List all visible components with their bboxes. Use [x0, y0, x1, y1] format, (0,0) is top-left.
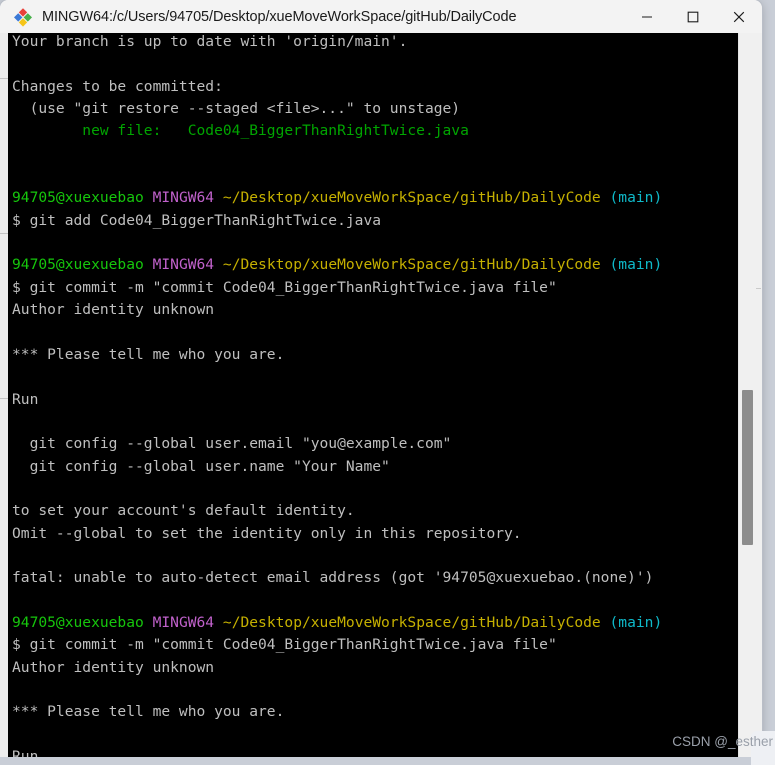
terminal-line: 94705@xuexuebao MINGW64 ~/Desktop/xueMov…	[8, 254, 738, 276]
terminal-text-span: *** Please tell me who you are.	[12, 345, 285, 363]
terminal-text-span: git config --global user.name "Your Name…	[12, 457, 390, 475]
terminal-text-span	[601, 614, 610, 631]
terminal-text-span	[214, 614, 223, 631]
terminal-text-span	[214, 189, 223, 206]
terminal-text-span: 94705@xuexuebao	[12, 613, 144, 631]
terminal-text-span	[144, 256, 153, 273]
terminal-line: *** Please tell me who you are.	[8, 701, 738, 723]
gutter-tick	[0, 398, 8, 399]
terminal-text-span: ~/Desktop/xueMoveWorkSpace/gitHub/DailyC…	[222, 256, 601, 274]
terminal-text-span	[601, 189, 610, 206]
edge-tick	[756, 288, 761, 289]
terminal-text-span: Run	[12, 390, 39, 408]
terminal-text-span: 94705@xuexuebao	[12, 189, 144, 207]
terminal-text-span: (use "git restore --staged <file>..." to…	[12, 100, 461, 118]
terminal-line: Your branch is up to date with 'origin/m…	[8, 33, 738, 53]
terminal-text-span: *** Please tell me who you are.	[12, 703, 285, 721]
terminal-text-span: fatal: unable to auto-detect email addre…	[12, 569, 654, 587]
terminal-text-span: Author identity unknown	[12, 658, 215, 676]
terminal-text-span	[601, 256, 610, 273]
git-bash-diamonds-icon	[13, 7, 33, 27]
desktop: MINGW64:/c/Users/94705/Desktop/xueMoveWo…	[0, 0, 775, 765]
terminal-line: fatal: unable to auto-detect email addre…	[8, 567, 738, 589]
vertical-scroll-thumb[interactable]	[742, 390, 753, 545]
desktop-strip	[0, 757, 775, 765]
terminal-window: MINGW64:/c/Users/94705/Desktop/xueMoveWo…	[0, 0, 762, 757]
window-titlebar[interactable]: MINGW64:/c/Users/94705/Desktop/xueMoveWo…	[0, 0, 762, 33]
window-left-gutter	[0, 33, 8, 757]
window-corner-highlight	[751, 731, 775, 765]
terminal-line: new file: Code04_BiggerThanRightTwice.ja…	[8, 120, 738, 142]
window-title: MINGW64:/c/Users/94705/Desktop/xueMoveWo…	[42, 8, 517, 25]
terminal-text-span: $ git commit -m "commit Code04_BiggerTha…	[12, 278, 557, 296]
terminal-line: $ git commit -m "commit Code04_BiggerTha…	[8, 277, 738, 299]
terminal-text-span: 94705@xuexuebao	[12, 256, 144, 274]
terminal-line: *** Please tell me who you are.	[8, 344, 738, 366]
terminal-text-span: to set your account's default identity.	[12, 502, 355, 520]
terminal-line: Run	[8, 389, 738, 411]
gutter-tick	[0, 78, 8, 79]
terminal-console[interactable]: Your branch is up to date with 'origin/m…	[8, 33, 738, 757]
terminal-text-span: MINGW64	[152, 256, 215, 274]
terminal-text-span: ~/Desktop/xueMoveWorkSpace/gitHub/DailyC…	[222, 613, 601, 631]
terminal-text-span: $ git commit -m "commit Code04_BiggerTha…	[12, 636, 557, 654]
terminal-line: git config --global user.email "you@exam…	[8, 433, 738, 455]
terminal-text-span: MINGW64	[152, 189, 215, 207]
terminal-text-span: Author identity unknown	[12, 301, 215, 319]
window-right-edge	[755, 33, 762, 757]
terminal-line: Author identity unknown	[8, 299, 738, 321]
vertical-scrollbar[interactable]	[738, 33, 756, 757]
terminal-text-span: (main)	[609, 256, 663, 274]
terminal-text-span: $ git add Code04_BiggerThanRightTwice.ja…	[12, 211, 382, 229]
window-bottom-edge	[0, 747, 762, 757]
terminal-text-span	[144, 189, 153, 206]
terminal-text-span	[214, 256, 223, 273]
minimize-button[interactable]	[624, 0, 670, 33]
terminal-line: $ git commit -m "commit Code04_BiggerTha…	[8, 634, 738, 656]
terminal-line: git config --global user.name "Your Name…	[8, 456, 738, 478]
terminal-text-span: MINGW64	[152, 613, 215, 631]
terminal-text-span: new file: Code04_BiggerThanRightTwice.ja…	[12, 122, 469, 140]
terminal-line: 94705@xuexuebao MINGW64 ~/Desktop/xueMov…	[8, 187, 738, 209]
terminal-line: 94705@xuexuebao MINGW64 ~/Desktop/xueMov…	[8, 612, 738, 634]
terminal-line: Author identity unknown	[8, 657, 738, 679]
terminal-line: Omit --global to set the identity only i…	[8, 523, 738, 545]
terminal-text-span: ~/Desktop/xueMoveWorkSpace/gitHub/DailyC…	[222, 189, 601, 207]
terminal-text-span: (main)	[609, 613, 663, 631]
terminal-text-span: git config --global user.email "you@exam…	[12, 435, 452, 453]
terminal-line: $ git add Code04_BiggerThanRightTwice.ja…	[8, 210, 738, 232]
terminal-line: Changes to be committed:	[8, 76, 738, 98]
maximize-button[interactable]	[670, 0, 716, 33]
terminal-text-span: Your branch is up to date with 'origin/m…	[12, 33, 408, 50]
terminal-text-span: Omit --global to set the identity only i…	[12, 524, 522, 542]
close-button[interactable]	[716, 0, 762, 33]
terminal-region: Your branch is up to date with 'origin/m…	[0, 33, 762, 757]
terminal-line: to set your account's default identity.	[8, 500, 738, 522]
terminal-output: Your branch is up to date with 'origin/m…	[8, 33, 738, 757]
gutter-tick	[0, 233, 8, 234]
terminal-text-span: (main)	[609, 189, 663, 207]
terminal-text-span	[144, 614, 153, 631]
terminal-text-span: Changes to be committed:	[12, 77, 223, 95]
terminal-line: (use "git restore --staged <file>..." to…	[8, 98, 738, 120]
